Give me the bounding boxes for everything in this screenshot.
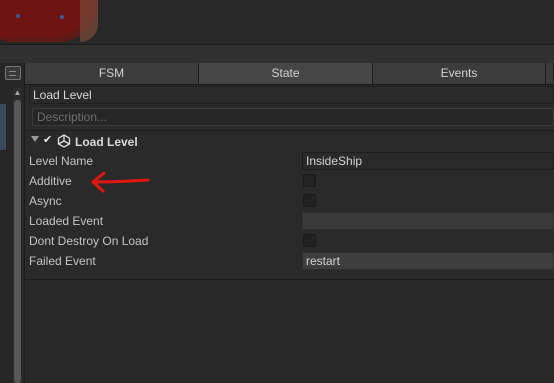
level-name-input[interactable]: InsideShip (302, 152, 554, 170)
param-label-additive: Additive (29, 174, 72, 188)
state-name-input[interactable]: Load Level (29, 86, 554, 104)
panel-separator[interactable] (0, 44, 554, 64)
left-panel-indicator (0, 104, 6, 150)
param-label-loaded-event: Loaded Event (29, 214, 104, 228)
tab-overflow[interactable] (546, 63, 554, 84)
empty-actions-area[interactable] (25, 280, 554, 383)
param-label-dont-destroy-on-load: Dont Destroy On Load (29, 234, 149, 248)
scrollbar-thumb[interactable] (14, 100, 21, 383)
loaded-event-select[interactable] (302, 212, 554, 230)
tab-state[interactable]: State (199, 63, 373, 84)
red-arrow-icon (91, 171, 150, 193)
action-enabled-checkbox[interactable]: ✔ (43, 135, 54, 146)
dont-destroy-on-load-checkbox[interactable] (303, 234, 316, 247)
async-checkbox[interactable] (303, 194, 316, 207)
param-label-async: Async (29, 194, 62, 208)
action-title[interactable]: Load Level (75, 135, 138, 149)
triangle-down-icon[interactable] (31, 136, 39, 142)
graph-connection-dot (16, 14, 20, 18)
tab-events[interactable]: Events (373, 63, 546, 84)
failed-event-select[interactable]: restart (302, 252, 554, 270)
param-label-failed-event: Failed Event (29, 254, 96, 268)
tab-fsm[interactable]: FSM (25, 63, 199, 84)
action-divider (25, 130, 554, 131)
scroll-up-arrow-icon[interactable]: ▲ (13, 89, 22, 97)
graph-connection-dot (60, 15, 64, 19)
param-label-level-name: Level Name (29, 154, 94, 168)
state-description-input[interactable]: Description... (32, 108, 554, 126)
unity-logo-icon (57, 134, 71, 148)
inspector-settings-icon[interactable] (5, 66, 21, 80)
additive-checkbox[interactable] (303, 174, 316, 187)
